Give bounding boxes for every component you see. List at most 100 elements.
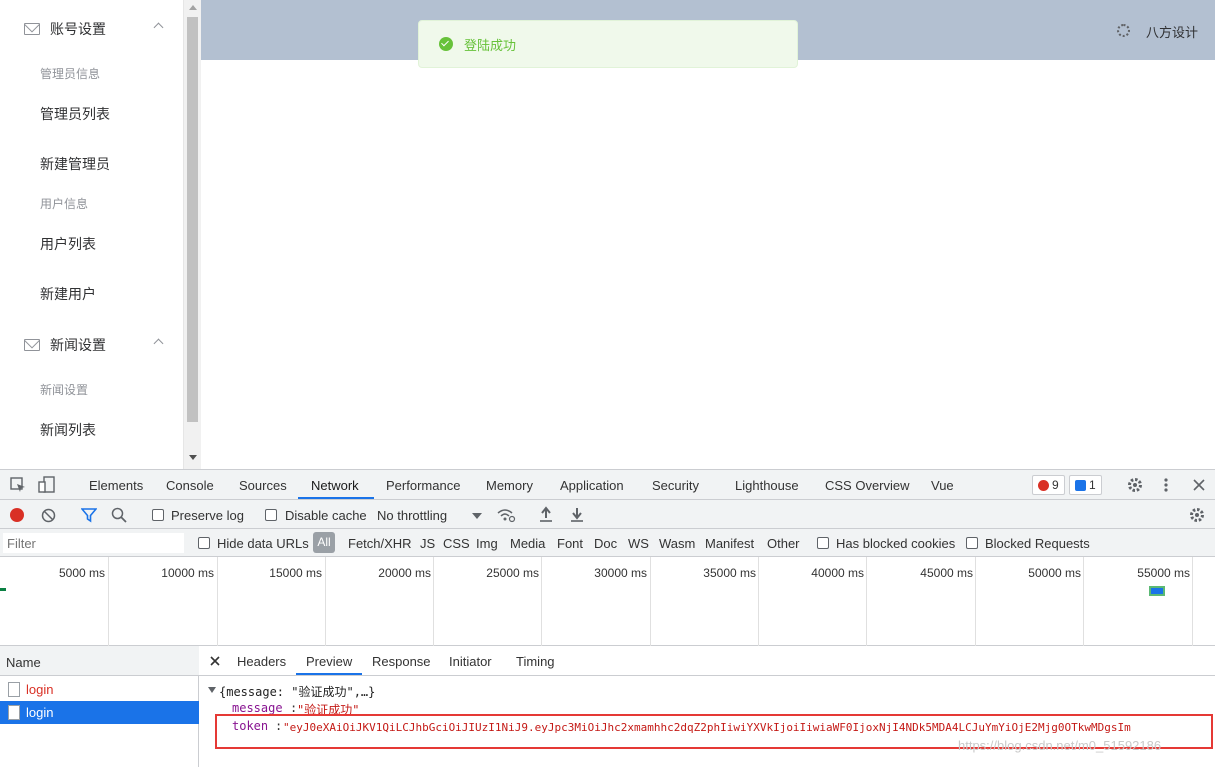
tab-lighthouse[interactable]: Lighthouse xyxy=(735,478,799,493)
filter-icon[interactable] xyxy=(81,507,97,523)
throttling-select[interactable]: No throttling xyxy=(377,508,447,523)
network-conditions-icon[interactable] xyxy=(496,507,516,523)
sidebar-item-user-list[interactable]: 用户列表 xyxy=(40,234,96,254)
tab-initiator[interactable]: Initiator xyxy=(449,654,492,669)
filter-bar: Hide data URLs All Fetch/XHR JS CSS Img … xyxy=(0,529,1215,557)
close-detail-icon[interactable] xyxy=(210,656,220,666)
sidebar-item-new-admin[interactable]: 新建管理员 xyxy=(40,154,110,174)
name-column-header[interactable]: Name xyxy=(0,646,199,676)
preserve-log-checkbox[interactable] xyxy=(152,509,164,521)
tab-memory[interactable]: Memory xyxy=(486,478,533,493)
scroll-up-icon[interactable] xyxy=(189,5,197,10)
timeline-gridline xyxy=(975,557,976,646)
timeline-label: 10000 ms xyxy=(161,566,214,580)
sidebar-item-news-list[interactable]: 新闻列表 xyxy=(40,420,96,440)
tab-vue[interactable]: Vue xyxy=(931,478,954,493)
timeline-gridline xyxy=(758,557,759,646)
json-summary[interactable]: {message: "验证成功",…} xyxy=(219,683,375,700)
blocked-cookies-checkbox[interactable] xyxy=(817,537,829,549)
error-count-badge[interactable]: 9 xyxy=(1032,475,1065,495)
tab-performance[interactable]: Performance xyxy=(386,478,460,493)
more-options-icon[interactable] xyxy=(1163,477,1169,493)
timeline-label: 30000 ms xyxy=(594,566,647,580)
tab-response[interactable]: Response xyxy=(372,654,431,669)
inspect-icon[interactable] xyxy=(10,477,26,493)
devtools-tabbar: Elements Console Sources Network Perform… xyxy=(0,470,1215,500)
clear-icon[interactable] xyxy=(41,508,56,523)
tab-elements[interactable]: Elements xyxy=(89,478,143,493)
expand-triangle-icon[interactable] xyxy=(208,687,216,693)
detail-tabbar: Headers Preview Response Initiator Timin… xyxy=(199,646,1215,676)
tab-headers[interactable]: Headers xyxy=(237,654,286,669)
filter-all-button[interactable]: All xyxy=(313,532,335,553)
hide-data-urls-checkbox[interactable] xyxy=(198,537,210,549)
sidebar-group-account[interactable]: 账号设置 xyxy=(0,1,184,57)
timeline-label: 25000 ms xyxy=(486,566,539,580)
filter-fetch-xhr[interactable]: Fetch/XHR xyxy=(348,536,412,551)
active-tab-indicator xyxy=(298,497,374,499)
error-icon xyxy=(1038,479,1049,491)
filter-media[interactable]: Media xyxy=(510,536,545,551)
export-har-icon[interactable] xyxy=(570,506,584,522)
request-row[interactable]: login xyxy=(0,678,199,701)
preserve-log-label[interactable]: Preserve log xyxy=(171,508,244,523)
timeline-label: 50000 ms xyxy=(1028,566,1081,580)
filter-other[interactable]: Other xyxy=(767,536,800,551)
close-devtools-icon[interactable] xyxy=(1193,479,1205,491)
network-settings-icon[interactable] xyxy=(1189,507,1205,523)
message-count: 1 xyxy=(1089,478,1096,492)
device-toggle-icon[interactable] xyxy=(38,476,56,494)
success-check-icon xyxy=(439,37,453,51)
disable-cache-label[interactable]: Disable cache xyxy=(285,508,367,523)
timeline-gridline xyxy=(541,557,542,646)
timeline-label: 40000 ms xyxy=(811,566,864,580)
timeline-gridline xyxy=(1083,557,1084,646)
search-icon[interactable] xyxy=(111,507,127,523)
blocked-requests-checkbox[interactable] xyxy=(966,537,978,549)
username[interactable]: 八方设计 xyxy=(1146,22,1198,41)
active-detail-tab-indicator xyxy=(296,673,362,675)
record-icon[interactable] xyxy=(10,508,24,522)
message-count-badge[interactable]: 1 xyxy=(1069,475,1102,495)
sidebar-item-new-user[interactable]: 新建用户 xyxy=(40,284,96,304)
filter-manifest[interactable]: Manifest xyxy=(705,536,754,551)
tab-application[interactable]: Application xyxy=(560,478,624,493)
filter-img[interactable]: Img xyxy=(476,536,498,551)
filter-wasm[interactable]: Wasm xyxy=(659,536,695,551)
timeline-label: 55000 ms xyxy=(1137,566,1190,580)
timeline-gridline xyxy=(650,557,651,646)
timeline-gridline xyxy=(433,557,434,646)
name-header-label: Name xyxy=(6,655,41,670)
sidebar-subheading-user: 用户信息 xyxy=(40,197,89,211)
filter-css[interactable]: CSS xyxy=(443,536,470,551)
import-har-icon[interactable] xyxy=(539,506,553,522)
sidebar-group-news[interactable]: 新闻设置 xyxy=(0,317,184,373)
filter-input[interactable] xyxy=(3,533,184,553)
tab-security[interactable]: Security xyxy=(652,478,699,493)
timeline-gridline xyxy=(325,557,326,646)
tab-console[interactable]: Console xyxy=(166,478,214,493)
tab-network[interactable]: Network xyxy=(311,478,359,493)
group-label: 账号设置 xyxy=(50,22,106,38)
disable-cache-checkbox[interactable] xyxy=(265,509,277,521)
filter-font[interactable]: Font xyxy=(557,536,583,551)
hide-data-urls-label[interactable]: Hide data URLs xyxy=(217,536,309,551)
tab-sources[interactable]: Sources xyxy=(239,478,287,493)
tab-css-overview[interactable]: CSS Overview xyxy=(825,478,910,493)
blocked-cookies-label[interactable]: Has blocked cookies xyxy=(836,536,955,551)
scroll-down-icon[interactable] xyxy=(189,455,197,460)
request-row-selected[interactable]: login xyxy=(0,701,199,724)
tab-timing[interactable]: Timing xyxy=(516,654,555,669)
filter-ws[interactable]: WS xyxy=(628,536,649,551)
blocked-requests-label[interactable]: Blocked Requests xyxy=(985,536,1090,551)
filter-doc[interactable]: Doc xyxy=(594,536,617,551)
sidebar-item-admin-list[interactable]: 管理员列表 xyxy=(40,104,110,124)
network-overview-timeline[interactable]: 5000 ms 10000 ms 15000 ms 20000 ms 25000… xyxy=(0,557,1215,646)
filter-js[interactable]: JS xyxy=(420,536,435,551)
gear-icon[interactable] xyxy=(1117,24,1130,37)
scrollbar-thumb[interactable] xyxy=(187,17,198,422)
tab-preview[interactable]: Preview xyxy=(306,654,352,669)
settings-gear-icon[interactable] xyxy=(1127,477,1143,493)
dropdown-arrow-icon[interactable] xyxy=(472,513,482,519)
timeline-label: 20000 ms xyxy=(378,566,431,580)
